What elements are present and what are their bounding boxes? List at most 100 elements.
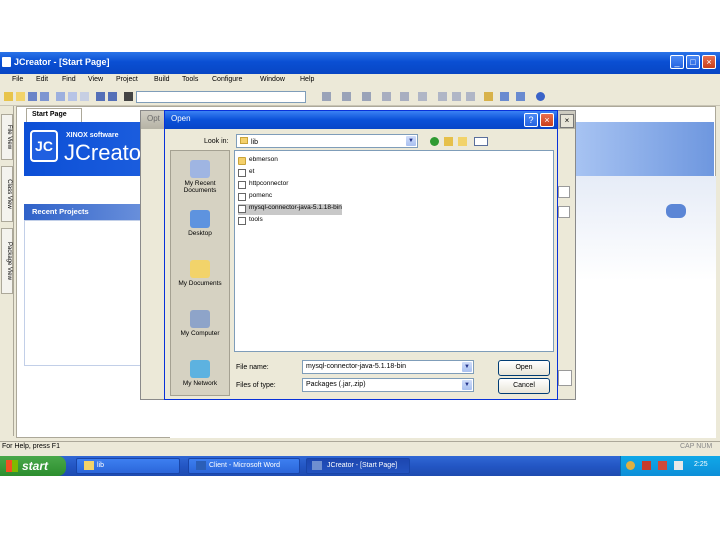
new-folder-icon[interactable] <box>458 137 467 146</box>
open-button[interactable]: Open <box>498 360 550 376</box>
window-title: JCreator - [Start Page] <box>14 57 110 67</box>
file-icon <box>238 181 246 189</box>
minimize-button[interactable]: _ <box>670 55 684 69</box>
list-item[interactable]: ebmerson <box>238 156 278 167</box>
folder-icon <box>84 461 94 470</box>
open-folder-icon[interactable] <box>16 92 25 101</box>
options-checkbox[interactable] <box>558 186 570 198</box>
menu-project[interactable]: Project <box>116 76 138 83</box>
jcreator-logo-icon: JC <box>30 130 58 162</box>
cancel-button[interactable]: Cancel <box>498 378 550 394</box>
up-folder-icon[interactable] <box>444 137 453 146</box>
paste-icon[interactable] <box>80 92 89 101</box>
bookmark-icon[interactable] <box>466 92 475 101</box>
dialog-close-button[interactable]: × <box>540 113 554 127</box>
windows-flag-icon <box>6 460 18 472</box>
file-icon <box>238 205 246 213</box>
place-recent[interactable]: My Recent Documents <box>172 160 228 194</box>
menu-configure[interactable]: Configure <box>212 76 242 83</box>
menu-build[interactable]: Build <box>154 76 170 83</box>
save-all-icon[interactable] <box>40 92 49 101</box>
folder-icon <box>240 137 248 144</box>
file-icon <box>238 217 246 225</box>
folder-icon <box>238 157 246 165</box>
layout-icon[interactable] <box>500 92 509 101</box>
main-title-bar[interactable]: JCreator - [Start Page] _ □ × <box>0 52 720 74</box>
status-bar <box>0 441 720 455</box>
menu-find[interactable]: Find <box>62 76 76 83</box>
view-menu-icon[interactable] <box>474 137 488 146</box>
clock[interactable]: 2:25 <box>694 461 708 468</box>
compile-icon[interactable] <box>382 92 391 101</box>
security-icon[interactable] <box>642 461 651 470</box>
options-close-button[interactable]: × <box>560 114 574 128</box>
maximize-button[interactable]: □ <box>686 55 700 69</box>
build-icon[interactable] <box>400 92 409 101</box>
status-indicators: CAP NUM <box>680 443 713 450</box>
new-file-icon[interactable] <box>4 92 13 101</box>
recent-projects-panel <box>24 220 154 366</box>
redo-icon[interactable] <box>108 92 117 101</box>
menu-bar: File Edit Find View Project Build Tools … <box>0 74 720 88</box>
file-icon <box>238 193 246 201</box>
place-my-computer[interactable]: My Computer <box>172 310 228 337</box>
menu-tools[interactable]: Tools <box>182 76 198 83</box>
find-icon[interactable] <box>124 92 133 101</box>
open-dialog-title[interactable]: Open <box>165 111 557 129</box>
menu-help[interactable]: Help <box>300 76 314 83</box>
list-item[interactable]: pomenc <box>238 192 272 203</box>
tab-class-view[interactable]: Class View <box>1 166 13 222</box>
chevron-down-icon: ▼ <box>406 136 416 146</box>
file-type-label: Files of type: <box>236 382 276 389</box>
dialog-help-button[interactable]: ? <box>524 113 538 127</box>
options-checkbox[interactable] <box>558 206 570 218</box>
word-icon <box>196 461 206 470</box>
cut-icon[interactable] <box>56 92 65 101</box>
debug-icon[interactable] <box>342 92 351 101</box>
close-button[interactable]: × <box>702 55 716 69</box>
copy-icon[interactable] <box>68 92 77 101</box>
list-item[interactable]: et <box>238 168 254 179</box>
toolbar-combo[interactable] <box>136 91 306 103</box>
app-icon <box>2 57 11 67</box>
place-desktop[interactable]: Desktop <box>172 210 228 237</box>
window-icon[interactable] <box>484 92 493 101</box>
menu-window[interactable]: Window <box>260 76 285 83</box>
chevron-down-icon: ▼ <box>462 380 472 390</box>
desktop-icon <box>190 210 210 228</box>
recent-documents-icon <box>190 160 210 178</box>
list-item[interactable]: tools <box>238 216 263 227</box>
place-my-network[interactable]: My Network <box>172 360 228 387</box>
forward-icon[interactable] <box>452 92 461 101</box>
menu-view[interactable]: View <box>88 76 103 83</box>
undo-icon[interactable] <box>96 92 105 101</box>
place-my-documents[interactable]: My Documents <box>172 260 228 287</box>
toolbar <box>0 88 720 106</box>
file-type-select[interactable]: Packages (.jar,.zip) ▼ <box>302 378 474 392</box>
options-button[interactable] <box>558 370 572 386</box>
tile-icon[interactable] <box>516 92 525 101</box>
file-name-label: File name: <box>236 364 269 371</box>
menu-edit[interactable]: Edit <box>36 76 48 83</box>
look-in-label: Look in: <box>204 138 229 145</box>
help-icon[interactable] <box>536 92 545 101</box>
network-icon[interactable] <box>626 461 635 470</box>
alert-icon[interactable] <box>658 461 667 470</box>
menu-file[interactable]: File <box>12 76 23 83</box>
list-item[interactable]: httpconnector <box>238 180 288 191</box>
tab-start-page[interactable]: Start Page <box>26 108 82 122</box>
recent-projects-header: Recent Projects <box>24 204 154 220</box>
run-icon[interactable] <box>322 92 331 101</box>
file-name-input[interactable]: mysql-connector-java-5.1.18-bin ▼ <box>302 360 474 374</box>
back-icon[interactable] <box>430 137 439 146</box>
volume-icon[interactable] <box>674 461 683 470</box>
look-in-select[interactable]: lib ▼ <box>236 134 418 148</box>
back-icon[interactable] <box>438 92 447 101</box>
stop-icon[interactable] <box>418 92 427 101</box>
tab-package-view[interactable]: Package View <box>1 228 13 294</box>
list-item-selected[interactable]: mysql-connector-java-5.1.18-bin <box>238 204 342 215</box>
step-icon[interactable] <box>362 92 371 101</box>
save-icon[interactable] <box>28 92 37 101</box>
tab-file-view[interactable]: File View <box>1 114 13 160</box>
my-documents-icon <box>190 260 210 278</box>
